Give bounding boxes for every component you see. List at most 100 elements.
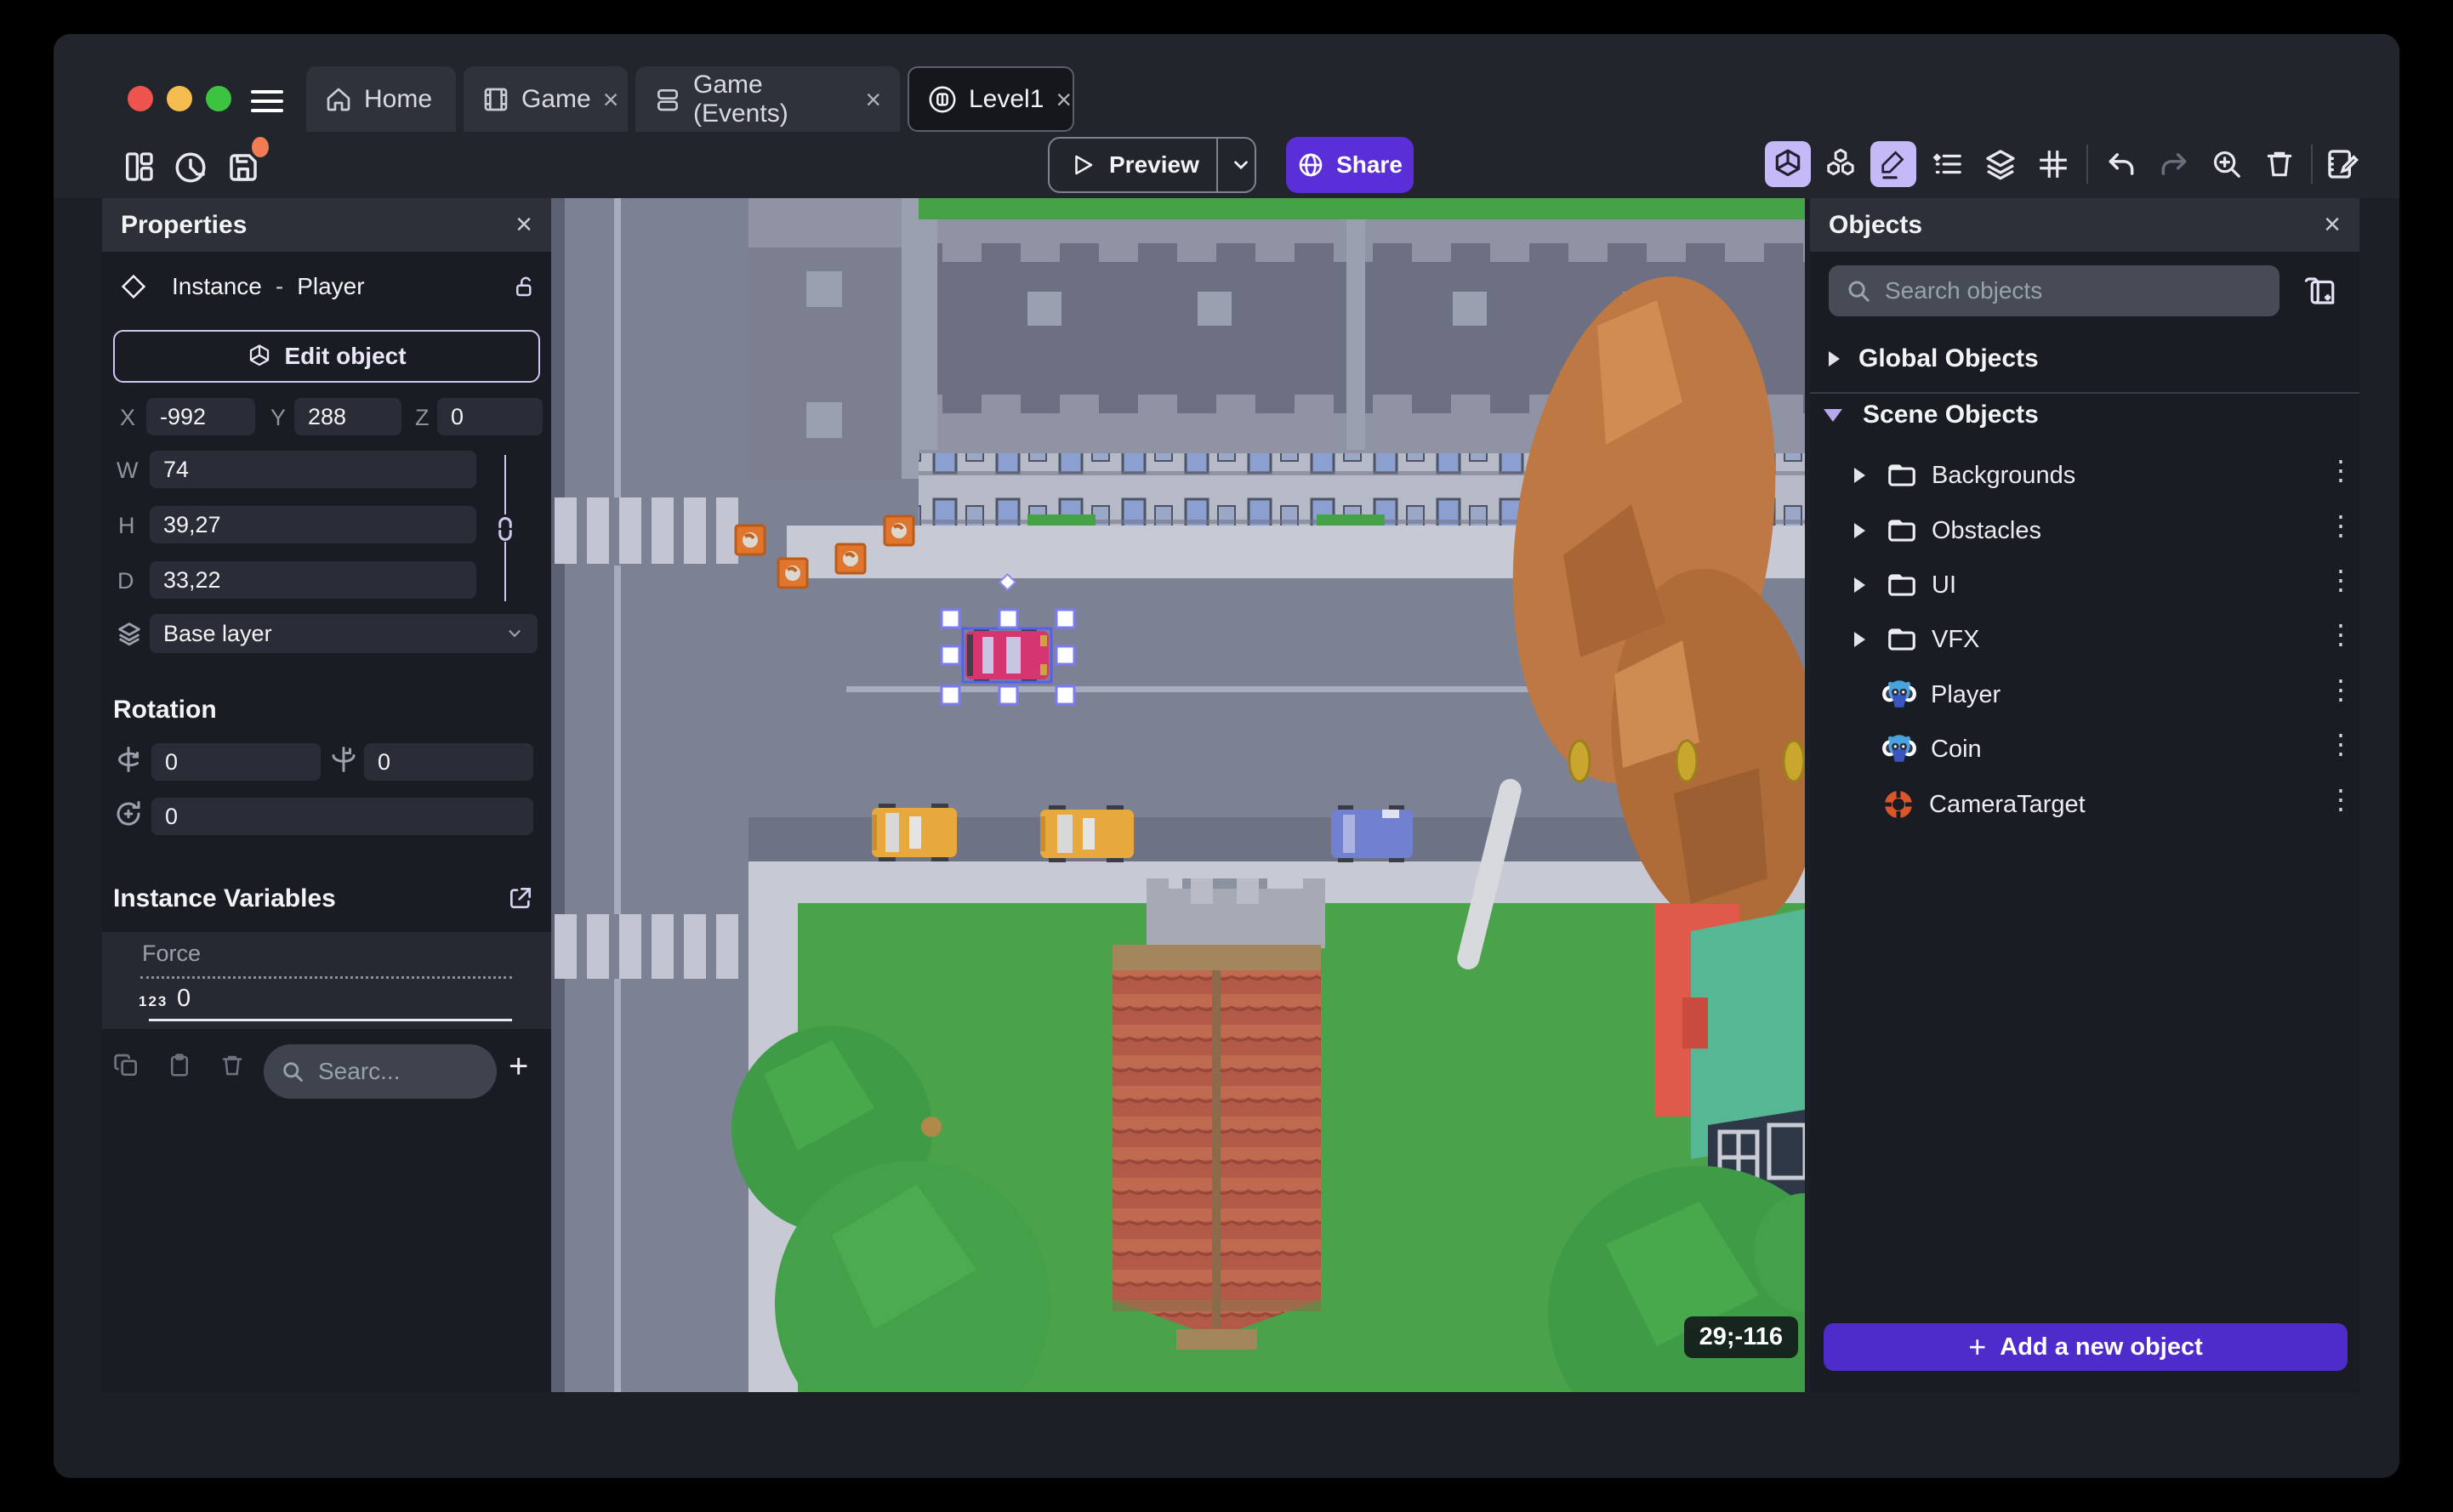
kebab-menu-icon[interactable]: ⋮ [2327, 512, 2354, 539]
objects-search-input[interactable] [1883, 276, 2244, 305]
instances-list-icon[interactable] [1925, 141, 1971, 187]
home-icon [325, 86, 352, 113]
add-variable-button[interactable]: + [509, 1048, 528, 1086]
edit-mode-pencil-toggle[interactable] [1870, 141, 1916, 187]
tab-close-icon[interactable]: × [865, 86, 881, 113]
trash-icon[interactable] [219, 1052, 245, 1079]
macos-close-button[interactable] [128, 86, 153, 111]
tree-row-cameratarget[interactable]: CameraTarget [1881, 781, 2339, 828]
edit-object-button[interactable]: Edit object [113, 330, 540, 383]
cursor-coordinates-badge: 29;-116 [1683, 1316, 1798, 1358]
macos-zoom-button[interactable] [206, 86, 231, 111]
tab-home[interactable]: Home [306, 66, 456, 132]
external-link-icon[interactable] [507, 884, 534, 912]
scene-objects-label: Scene Objects [1863, 401, 2039, 429]
number-type-badge: 123 [139, 993, 168, 1009]
object-3d-model-icon [1881, 677, 1917, 713]
globe-icon [1297, 151, 1324, 179]
tab-close-icon[interactable]: × [603, 86, 619, 113]
tree-row-vfx[interactable]: VFX [1854, 616, 2339, 663]
kebab-menu-icon[interactable]: ⋮ [2327, 786, 2354, 813]
tree-row-obstacles[interactable]: Obstacles [1854, 507, 2339, 554]
object-3d-model-icon [1881, 731, 1917, 767]
kebab-menu-icon[interactable]: ⋮ [2327, 566, 2354, 594]
scene-render [551, 198, 1805, 1392]
tree-row-coin[interactable]: Coin [1881, 725, 2339, 773]
hamburger-menu-icon[interactable] [251, 84, 283, 118]
y-label: Y [270, 405, 287, 430]
y-field[interactable]: 288 [294, 398, 401, 435]
tree-label: UI [1932, 571, 1956, 599]
macos-minimize-button[interactable] [167, 86, 192, 111]
variables-search-input[interactable] [316, 1057, 447, 1086]
tab-game[interactable]: Game × [464, 66, 628, 132]
paste-icon[interactable] [167, 1052, 192, 1079]
undo-icon[interactable] [2098, 141, 2144, 187]
folder-icon [1886, 623, 1918, 656]
add-folder-icon[interactable] [2302, 273, 2337, 309]
variable-value[interactable]: 0 [177, 985, 191, 1013]
tree-row-ui[interactable]: UI [1854, 561, 2339, 609]
delete-icon[interactable] [2257, 141, 2302, 187]
camera-target-icon [1881, 787, 1915, 821]
objects-cubes-icon[interactable] [1818, 141, 1864, 187]
blue-car[interactable] [1331, 805, 1413, 862]
chevron-right-icon [1854, 523, 1865, 538]
chevron-down-icon [505, 624, 524, 643]
grid-icon[interactable] [2030, 141, 2076, 187]
toolbar-divider [2086, 145, 2088, 184]
close-icon[interactable]: × [2324, 208, 2341, 242]
tab-level1[interactable]: Level1 × [908, 66, 1074, 132]
scene-notes-edit-icon[interactable] [2319, 141, 2365, 187]
view-3d-toggle[interactable] [1765, 141, 1811, 187]
add-new-object-button[interactable]: + Add a new object [1824, 1323, 2348, 1371]
rotation-z-field[interactable]: 0 [151, 798, 533, 835]
link-dimensions-icon[interactable] [494, 516, 516, 542]
variable-name[interactable]: Force [142, 941, 201, 967]
film-icon [482, 86, 509, 113]
history-icon[interactable] [173, 150, 208, 185]
panels-layout-icon[interactable] [122, 150, 156, 184]
cube-3d-icon [247, 344, 272, 369]
rotation-title: Rotation [113, 696, 217, 724]
h-label: H [118, 513, 135, 538]
layer-select[interactable]: Base layer [150, 614, 538, 653]
yellow-car-1[interactable] [872, 804, 957, 861]
tab-game-events[interactable]: Game (Events) × [635, 66, 900, 132]
global-objects-section[interactable]: Global Objects [1829, 344, 2339, 373]
redo-icon[interactable] [2151, 141, 2197, 187]
yellow-car-2[interactable] [1040, 805, 1134, 862]
close-icon[interactable]: × [515, 208, 532, 242]
tree-label: VFX [1932, 625, 1980, 653]
instance-header-row: Instance - Player [121, 273, 538, 300]
unlock-icon[interactable] [512, 274, 538, 299]
objects-search[interactable] [1829, 265, 2279, 316]
tree-row-backgrounds[interactable]: Backgrounds [1854, 452, 2339, 499]
d-field[interactable]: 33,22 [150, 561, 476, 599]
kebab-menu-icon[interactable]: ⋮ [2327, 730, 2354, 758]
scene-objects-section[interactable]: Scene Objects [1824, 401, 2334, 429]
chevron-right-icon [1854, 468, 1865, 483]
preview-button[interactable]: Preview [1048, 137, 1256, 193]
copy-icon[interactable] [113, 1052, 140, 1079]
w-field[interactable]: 74 [150, 451, 476, 488]
x-field[interactable]: -992 [146, 398, 255, 435]
tree-label: CameraTarget [1929, 790, 2086, 818]
scene-editor-canvas[interactable]: 29;-116 [551, 198, 1805, 1392]
chevron-down-icon[interactable] [1230, 154, 1252, 176]
kebab-menu-icon[interactable]: ⋮ [2327, 621, 2354, 648]
share-button[interactable]: Share [1286, 137, 1414, 193]
variables-search[interactable] [264, 1044, 497, 1099]
z-field[interactable]: 0 [437, 398, 543, 435]
zoom-in-icon[interactable] [2204, 141, 2250, 187]
kebab-menu-icon[interactable]: ⋮ [2327, 676, 2354, 703]
h-field[interactable]: 39,27 [150, 506, 476, 543]
kebab-menu-icon[interactable]: ⋮ [2327, 457, 2354, 484]
folder-icon [1886, 569, 1918, 601]
rotation-x-field[interactable]: 0 [151, 743, 321, 781]
rotation-y-field[interactable]: 0 [364, 743, 533, 781]
layers-icon[interactable] [1978, 141, 2023, 187]
red-roof-tower[interactable] [1113, 878, 1325, 1350]
tab-close-icon[interactable]: × [1056, 86, 1072, 113]
tree-row-player[interactable]: Player [1881, 671, 2339, 719]
